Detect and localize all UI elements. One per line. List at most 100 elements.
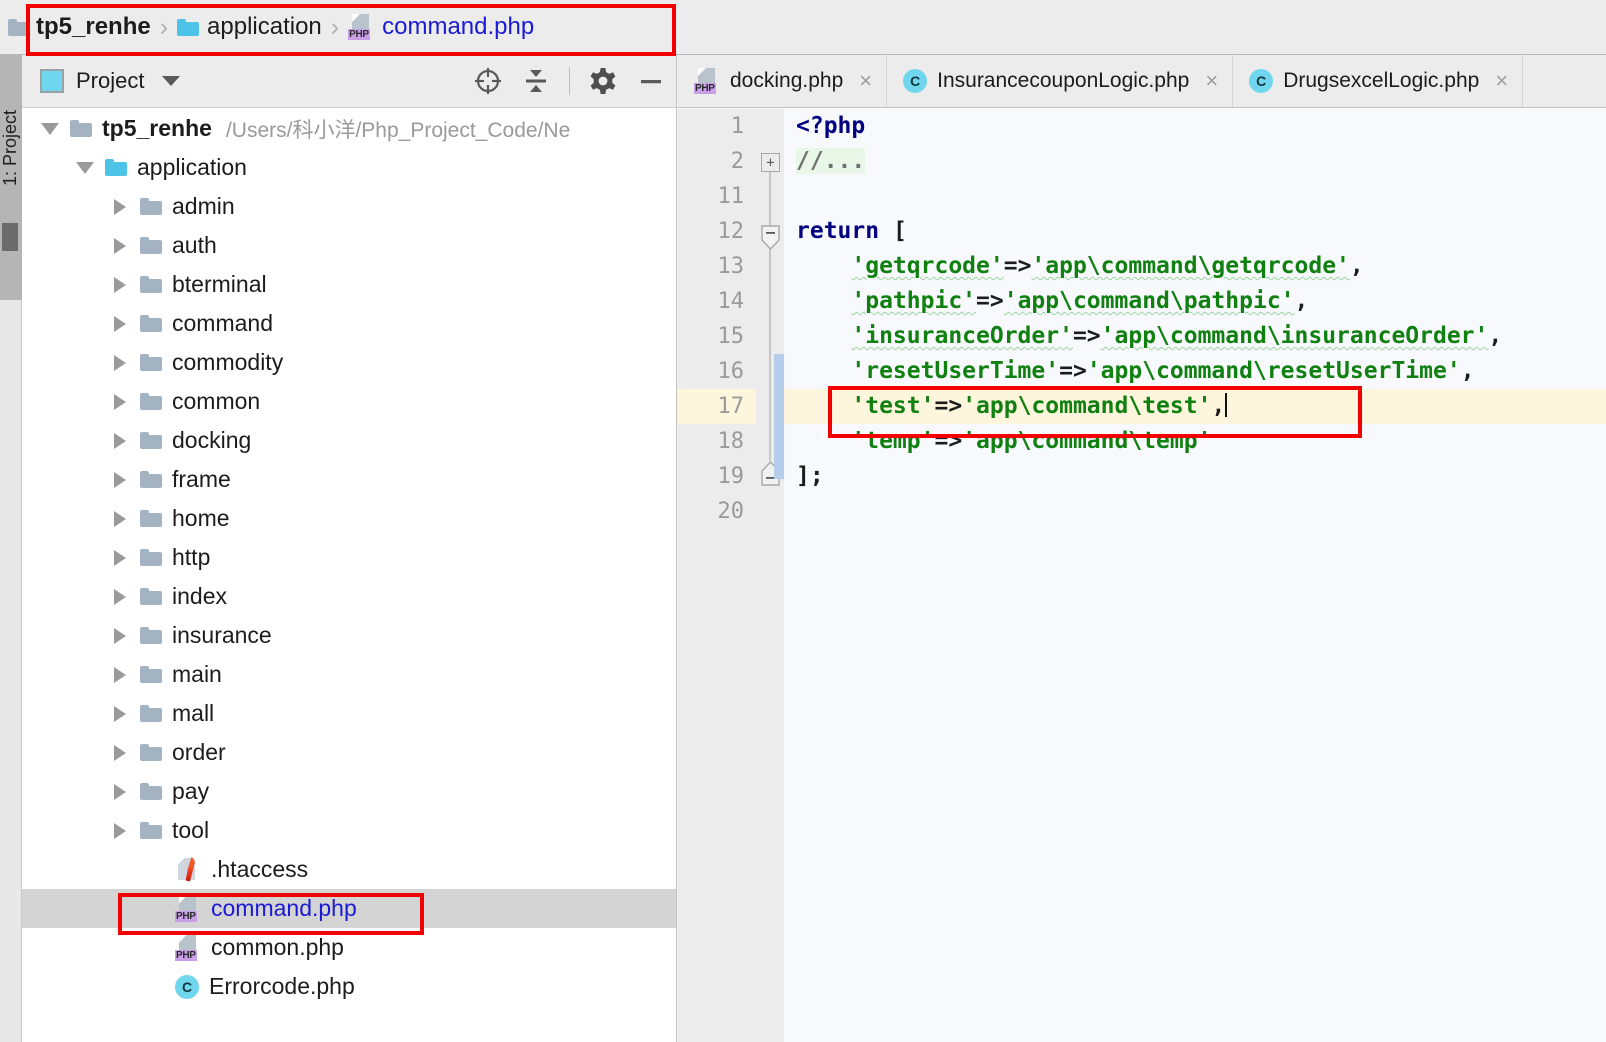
editor-tab-docking[interactable]: PHP docking.php × <box>678 55 888 107</box>
tree-item-main[interactable]: main <box>22 655 676 694</box>
tree-expand-arrow-closed[interactable] <box>100 471 140 488</box>
chevron-down-icon[interactable] <box>162 76 181 86</box>
gear-icon[interactable] <box>588 66 618 96</box>
vcs-change-marker[interactable] <box>774 354 784 479</box>
tree-item-order[interactable]: order <box>22 733 676 772</box>
tree-item-auth[interactable]: auth <box>22 226 676 265</box>
tree-item-commodity[interactable]: commodity <box>22 343 676 382</box>
breadcrumb-item-application[interactable]: application <box>177 13 322 41</box>
tree-expand-arrow-closed[interactable] <box>100 705 140 722</box>
code-line[interactable]: 'insuranceOrder'=>'app\command\insurance… <box>784 319 1606 354</box>
tree-expand-arrow-closed[interactable] <box>100 276 140 293</box>
editor-tabbar: PHP docking.php × C InsurancecouponLogic.php… <box>678 55 1606 108</box>
tree-item-application[interactable]: application <box>22 148 676 187</box>
tree-item-tp5_renhe[interactable]: tp5_renhe/Users/科小洋/Php_Project_Code/Ne <box>22 109 676 148</box>
line-number[interactable]: 11 <box>678 179 756 214</box>
close-icon[interactable]: × <box>1495 68 1508 94</box>
folder-icon-cyan <box>177 18 200 36</box>
code-line[interactable]: 'resetUserTime'=>'app\command\resetUserT… <box>784 354 1606 389</box>
tree-expand-arrow-closed[interactable] <box>100 198 140 215</box>
tree-item-command[interactable]: command <box>22 304 676 343</box>
tree-item-label: common.php <box>211 934 344 960</box>
code-token: => <box>1059 358 1087 384</box>
tree-item-command.php[interactable]: PHP command.php <box>22 889 676 928</box>
code-token: , <box>1211 393 1226 419</box>
fold-collapse-icon[interactable] <box>761 225 780 251</box>
tool-window-label: 1: Project <box>0 109 20 187</box>
tree-item-http[interactable]: http <box>22 538 676 577</box>
class-file-icon: C <box>1249 69 1274 93</box>
editor-tab-drugsexcellogic[interactable]: C DrugsexcelLogic.php × <box>1233 55 1524 107</box>
tree-expand-arrow-closed[interactable] <box>100 354 140 371</box>
tree-expand-arrow-closed[interactable] <box>100 393 140 410</box>
code-line[interactable]: 'pathpic'=>'app\command\pathpic', <box>784 284 1606 319</box>
code-line[interactable]: 'temp'=>'app\command\temp' <box>784 424 1606 459</box>
breadcrumb-item-file[interactable]: PHP command.php <box>348 13 534 41</box>
tree-expand-arrow-closed[interactable] <box>100 627 140 644</box>
tree-expand-arrow-closed[interactable] <box>100 822 140 839</box>
code-line[interactable]: ]; <box>784 459 1606 494</box>
tree-item-frame[interactable]: frame <box>22 460 676 499</box>
code-line[interactable]: 'test'=>'app\command\test', <box>784 389 1606 424</box>
tree-expand-arrow-closed[interactable] <box>100 510 140 527</box>
folder-icon <box>140 510 162 527</box>
tree-item-errorcode.php[interactable]: C Errorcode.php <box>22 967 676 1006</box>
fold-expand-icon[interactable]: + <box>761 153 780 172</box>
tree-expand-arrow-closed[interactable] <box>100 237 140 254</box>
close-icon[interactable]: × <box>859 68 872 94</box>
tree-item-index[interactable]: index <box>22 577 676 616</box>
line-number[interactable]: 2 <box>678 144 756 179</box>
line-number[interactable]: 1 <box>678 109 756 144</box>
tree-item-tool[interactable]: tool <box>22 811 676 850</box>
tree-expand-arrow-closed[interactable] <box>100 549 140 566</box>
tree-expand-arrow-open[interactable] <box>65 161 105 174</box>
toolbar-divider <box>569 67 570 95</box>
tree-expand-arrow-closed[interactable] <box>100 666 140 683</box>
tree-expand-arrow-closed[interactable] <box>100 588 140 605</box>
breadcrumb-separator: › <box>330 12 340 41</box>
code-line[interactable]: <?php <box>784 109 1606 144</box>
tree-expand-arrow-closed[interactable] <box>100 432 140 449</box>
tree-item-home[interactable]: home <box>22 499 676 538</box>
line-number[interactable]: 15 <box>678 319 756 354</box>
code-line[interactable]: //... <box>784 144 1606 179</box>
line-number[interactable]: 14 <box>678 284 756 319</box>
tree-item-.htaccess[interactable]: .htaccess <box>22 850 676 889</box>
collapse-all-icon[interactable] <box>521 66 551 96</box>
line-number[interactable]: 19 <box>678 459 756 494</box>
project-panel-title-group[interactable]: Project <box>40 68 181 94</box>
editor-tab-insurancecouponlogic[interactable]: C InsurancecouponLogic.php × <box>887 55 1234 107</box>
tree-expand-arrow-closed[interactable] <box>100 744 140 761</box>
tree-item-bterminal[interactable]: bterminal <box>22 265 676 304</box>
code-line[interactable] <box>784 179 1606 214</box>
close-icon[interactable]: × <box>1205 68 1218 94</box>
code-editor[interactable]: 1 2 11 12 13 14 15 16 17 18 19 20 + <?ph… <box>678 109 1606 1042</box>
code-content[interactable]: <?php//... return [ 'getqrcode'=>'app\com… <box>784 109 1606 1042</box>
tree-item-common.php[interactable]: PHP common.php <box>22 928 676 967</box>
line-number[interactable]: 13 <box>678 249 756 284</box>
line-number[interactable]: 20 <box>678 494 756 529</box>
code-line[interactable]: return [ <box>784 214 1606 249</box>
tree-item-insurance[interactable]: insurance <box>22 616 676 655</box>
tree-expand-arrow-closed[interactable] <box>100 783 140 800</box>
minimize-icon[interactable] <box>636 66 666 96</box>
tree-expand-arrow-closed[interactable] <box>100 315 140 332</box>
line-number[interactable]: 16 <box>678 354 756 389</box>
tree-item-common[interactable]: common <box>22 382 676 421</box>
code-line[interactable] <box>784 494 1606 529</box>
tree-expand-arrow-open[interactable] <box>30 122 70 135</box>
line-number[interactable]: 18 <box>678 424 756 459</box>
line-number[interactable]: 12 <box>678 214 756 249</box>
code-line[interactable]: 'getqrcode'=>'app\command\getqrcode', <box>784 249 1606 284</box>
locate-icon[interactable] <box>473 66 503 96</box>
tree-item-pay[interactable]: pay <box>22 772 676 811</box>
tool-window-button-project[interactable]: 1: Project <box>0 55 22 300</box>
breadcrumb-item-project[interactable]: tp5_renhe <box>36 13 151 41</box>
tree-item-label: auth <box>172 232 217 258</box>
tree-item-docking[interactable]: docking <box>22 421 676 460</box>
line-number[interactable]: 17 <box>678 389 756 424</box>
tree-item-mall[interactable]: mall <box>22 694 676 733</box>
tree-item-admin[interactable]: admin <box>22 187 676 226</box>
